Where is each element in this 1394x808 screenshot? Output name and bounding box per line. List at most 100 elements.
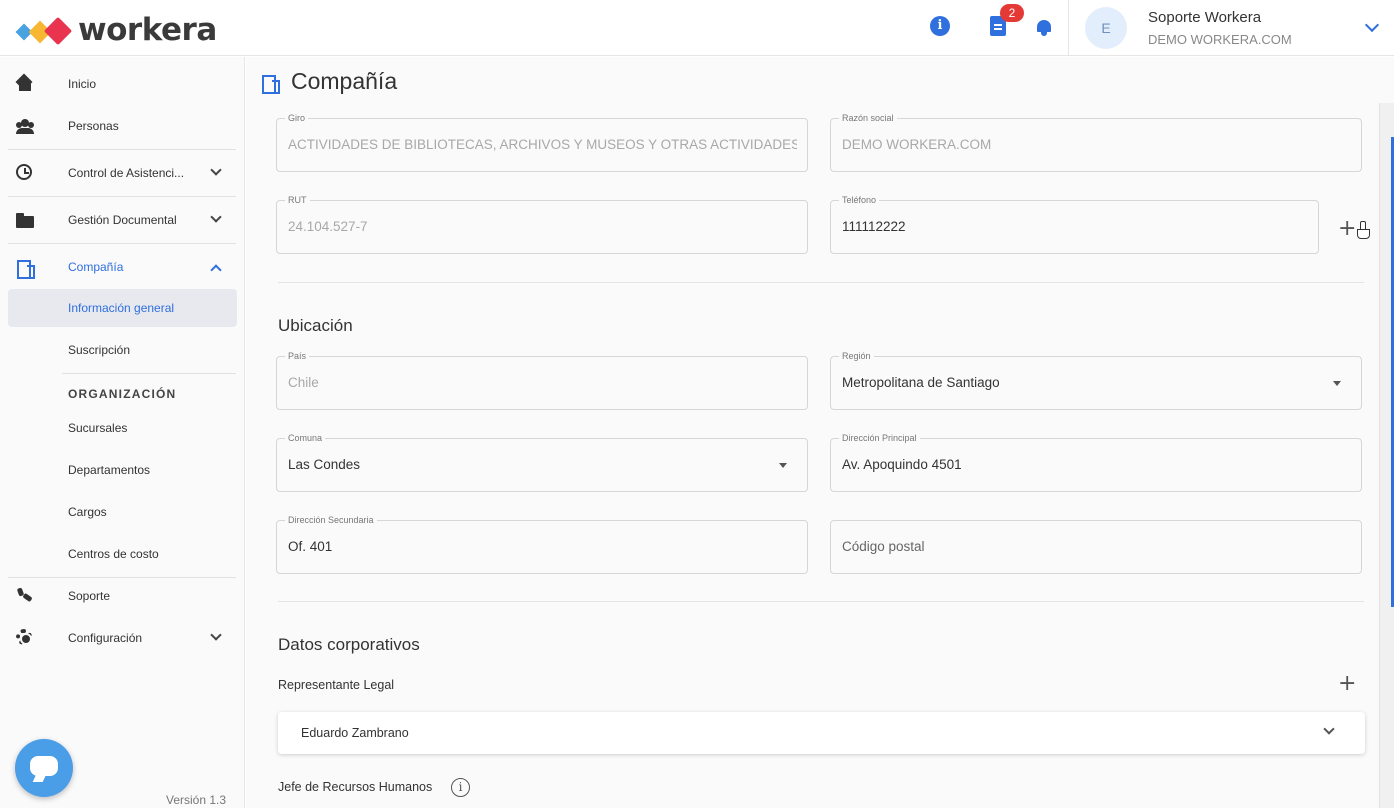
field-value: Metropolitana de Santiago: [842, 375, 1000, 390]
field-value: Of. 401: [288, 539, 333, 554]
field-value: 111112222: [842, 219, 906, 234]
people-icon: [16, 117, 34, 135]
sidebar-item-label: Configuración: [68, 631, 143, 645]
field-value: Chile: [288, 375, 319, 390]
divider: [278, 601, 1364, 602]
sidebar-item-informacion-general[interactable]: Información general: [0, 287, 245, 329]
sidebar: Inicio Personas Control de Asistenci... …: [0, 57, 245, 808]
comuna-select[interactable]: Comuna Las Condes: [276, 433, 808, 492]
documents-button[interactable]: 2: [988, 4, 1024, 38]
pais-field[interactable]: País Chile: [276, 351, 808, 410]
dropdown-arrow-icon[interactable]: [1333, 381, 1341, 386]
notifications-button[interactable]: [1036, 16, 1058, 38]
home-icon: [16, 75, 34, 93]
sidebar-item-sucursales[interactable]: Sucursales: [0, 407, 245, 449]
sidebar-item-label: Soporte: [68, 589, 111, 603]
sidebar-item-configuracion[interactable]: Configuración: [0, 617, 245, 659]
field-label: Región: [839, 351, 874, 361]
info-outline-icon[interactable]: i: [451, 778, 470, 797]
app-version: Versión 1.3: [166, 793, 227, 807]
notification-badge: 2: [1000, 4, 1024, 22]
building-icon: [261, 73, 280, 94]
workera-logo[interactable]: workera: [15, 12, 217, 48]
logo-mark-icon: [15, 14, 74, 46]
region-select[interactable]: Región Metropolitana de Santiago: [830, 351, 1362, 410]
sidebar-item-gestion-documental[interactable]: Gestión Documental: [0, 199, 245, 241]
top-bar: workera i 2 E Soporte Workera DEMO WORKE…: [0, 0, 1394, 56]
sidebar-item-departamentos[interactable]: Departamentos: [0, 449, 245, 491]
divider: [62, 373, 236, 374]
field-label: Razón social: [839, 113, 897, 123]
dropdown-arrow-icon[interactable]: [779, 463, 787, 468]
divider: [8, 149, 236, 150]
sidebar-item-personas[interactable]: Personas: [0, 105, 245, 147]
sidebar-item-inicio[interactable]: Inicio: [0, 63, 245, 105]
field-value: Av. Apoquindo 4501: [842, 457, 962, 472]
field-label: Teléfono: [839, 195, 880, 205]
representante-name: Eduardo Zambrano: [301, 726, 409, 740]
logo-text: workera: [78, 12, 217, 48]
codigo-postal-field[interactable]: Código postal: [830, 520, 1362, 574]
direccion-secundaria-field[interactable]: Dirección Secundaria Of. 401: [276, 515, 808, 574]
rut-field[interactable]: RUT 24.104.527-7: [276, 195, 808, 254]
razon-social-field[interactable]: Razón social DEMO WORKERA.COM: [830, 113, 1362, 172]
direccion-principal-field[interactable]: Dirección Principal Av. Apoquindo 4501: [830, 433, 1362, 492]
sidebar-item-soporte[interactable]: Soporte: [0, 575, 245, 617]
user-menu[interactable]: E Soporte Workera DEMO WORKERA.COM: [1068, 0, 1394, 56]
info-icon: i: [930, 16, 950, 36]
sidebar-item-cargos[interactable]: Cargos: [0, 491, 245, 533]
sidebar-item-compania[interactable]: Compañía: [0, 246, 245, 288]
field-label: RUT: [285, 195, 310, 205]
add-representante-button[interactable]: +: [1338, 673, 1356, 695]
sidebar-item-label: Control de Asistenci...: [68, 166, 185, 180]
building-icon: [16, 258, 35, 279]
section-title-datos-corporativos: Datos corporativos: [278, 635, 420, 654]
page-header: Compañía: [246, 57, 1394, 103]
representante-legal-item[interactable]: Eduardo Zambrano: [278, 712, 1365, 754]
field-value: ACTIVIDADES DE BIBLIOTECAS, ARCHIVOS Y M…: [288, 137, 797, 152]
sidebar-item-suscripcion[interactable]: Suscripción: [0, 329, 245, 371]
divider: [8, 196, 236, 197]
sidebar-item-label: Suscripción: [68, 343, 131, 357]
representante-legal-label: Representante Legal: [278, 678, 395, 692]
telefono-field[interactable]: Teléfono 111112222: [830, 195, 1319, 254]
chat-support-button[interactable]: [15, 739, 73, 797]
field-label: País: [285, 351, 310, 361]
field-placeholder: Código postal: [842, 539, 925, 554]
info-button[interactable]: i: [930, 16, 952, 38]
chevron-down-icon[interactable]: [210, 211, 222, 223]
jefe-rrhh-label: Jefe de Recursos Humanos: [278, 780, 433, 794]
sidebar-item-label: Personas: [68, 119, 119, 133]
main-content: Compañía Giro ACTIVIDADES DE BIBLIOTECAS…: [246, 57, 1394, 808]
bell-icon: [1036, 18, 1052, 36]
user-company: DEMO WORKERA.COM: [1148, 32, 1292, 47]
sidebar-item-label: Centros de costo: [68, 547, 159, 561]
divider: [8, 243, 236, 244]
page-title: Compañía: [291, 68, 398, 94]
sidebar-item-centros-de-costo[interactable]: Centros de costo: [0, 533, 245, 575]
section-title-ubicacion: Ubicación: [278, 316, 353, 335]
folder-icon: [16, 211, 34, 229]
chevron-down-icon[interactable]: [1323, 723, 1335, 735]
sidebar-item-label: Departamentos: [68, 463, 151, 477]
chevron-up-icon[interactable]: [210, 264, 222, 276]
field-value: 24.104.527-7: [288, 219, 368, 234]
company-form: Giro ACTIVIDADES DE BIBLIOTECAS, ARCHIVO…: [250, 103, 1379, 808]
chevron-down-icon[interactable]: [210, 164, 222, 176]
field-label: Dirección Principal: [839, 433, 920, 443]
sidebar-item-label: Gestión Documental: [68, 213, 177, 227]
sidebar-item-label: Cargos: [68, 505, 107, 519]
giro-field[interactable]: Giro ACTIVIDADES DE BIBLIOTECAS, ARCHIVO…: [276, 113, 808, 172]
chevron-down-icon[interactable]: [210, 629, 222, 641]
section-title-organizacion: ORGANIZACIÓN: [68, 387, 177, 401]
field-label: Dirección Secundaria: [285, 515, 377, 525]
gear-icon: [16, 629, 32, 645]
hand-cursor-icon: [1357, 221, 1370, 239]
sidebar-item-control-asistencia[interactable]: Control de Asistenci...: [0, 152, 245, 194]
field-value: Las Condes: [288, 457, 361, 472]
field-value: DEMO WORKERA.COM: [842, 137, 992, 152]
add-phone-button[interactable]: +: [1338, 218, 1356, 240]
divider: [278, 282, 1364, 283]
avatar: E: [1085, 7, 1127, 49]
chevron-down-icon[interactable]: [1364, 17, 1380, 33]
